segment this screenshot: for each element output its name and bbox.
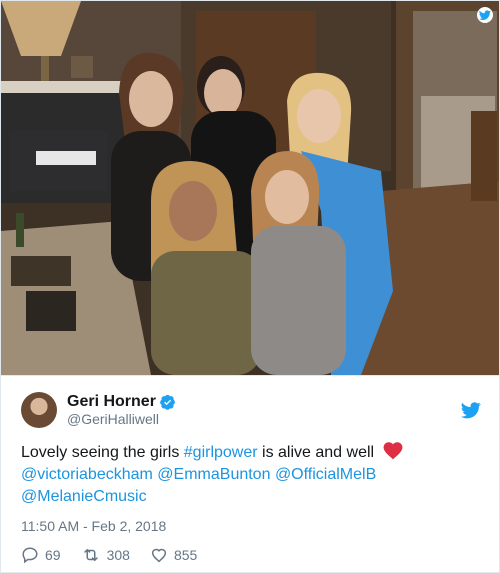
reply-icon [22,547,38,564]
group-photo-illustration [1,1,499,375]
red-heart-emoji-icon [383,442,403,460]
tweet-text-prefix: Lovely seeing the girls [21,444,184,461]
tweet-text-suffix: is alive and well [257,444,375,461]
mention-link-emmabunton[interactable]: @EmmaBunton [157,466,270,483]
reply-count: 69 [45,547,61,563]
retweet-count: 308 [106,547,130,563]
retweet-icon [83,549,98,561]
display-name[interactable]: Geri Horner [67,392,156,411]
twitter-logo-badge-icon[interactable] [477,7,493,23]
like-count: 855 [173,547,198,563]
tweet-actions: 69 308 855 [21,546,481,564]
tweet-text: Lovely seeing the girls #girlpower is al… [21,442,461,508]
heart-icon [151,548,167,563]
avatar[interactable] [21,392,57,428]
twitter-bird-icon[interactable] [461,400,481,420]
tweet-photo[interactable] [1,1,499,375]
verified-badge-icon [160,394,176,410]
retweet-button[interactable]: 308 [81,546,130,564]
tweet-embed-card: Geri Horner @GeriHalliwell Lovely seeing… [0,0,500,573]
user-info[interactable]: Geri Horner @GeriHalliwell [67,392,461,428]
tweet-body: Geri Horner @GeriHalliwell Lovely seeing… [1,375,499,572]
mention-link-officialmelb[interactable]: @OfficialMelB [275,466,376,483]
reply-button[interactable]: 69 [21,546,61,564]
user-handle[interactable]: @GeriHalliwell [67,411,461,428]
tweet-timestamp[interactable]: 11:50 AM - Feb 2, 2018 [21,518,481,534]
tweet-header: Geri Horner @GeriHalliwell [21,390,481,430]
mention-link-melaniecmusic[interactable]: @MelanieCmusic [21,488,147,505]
mention-link-victoriabeckham[interactable]: @victoriabeckham [21,466,153,483]
hashtag-link[interactable]: #girlpower [184,444,258,461]
like-button[interactable]: 855 [150,546,197,564]
